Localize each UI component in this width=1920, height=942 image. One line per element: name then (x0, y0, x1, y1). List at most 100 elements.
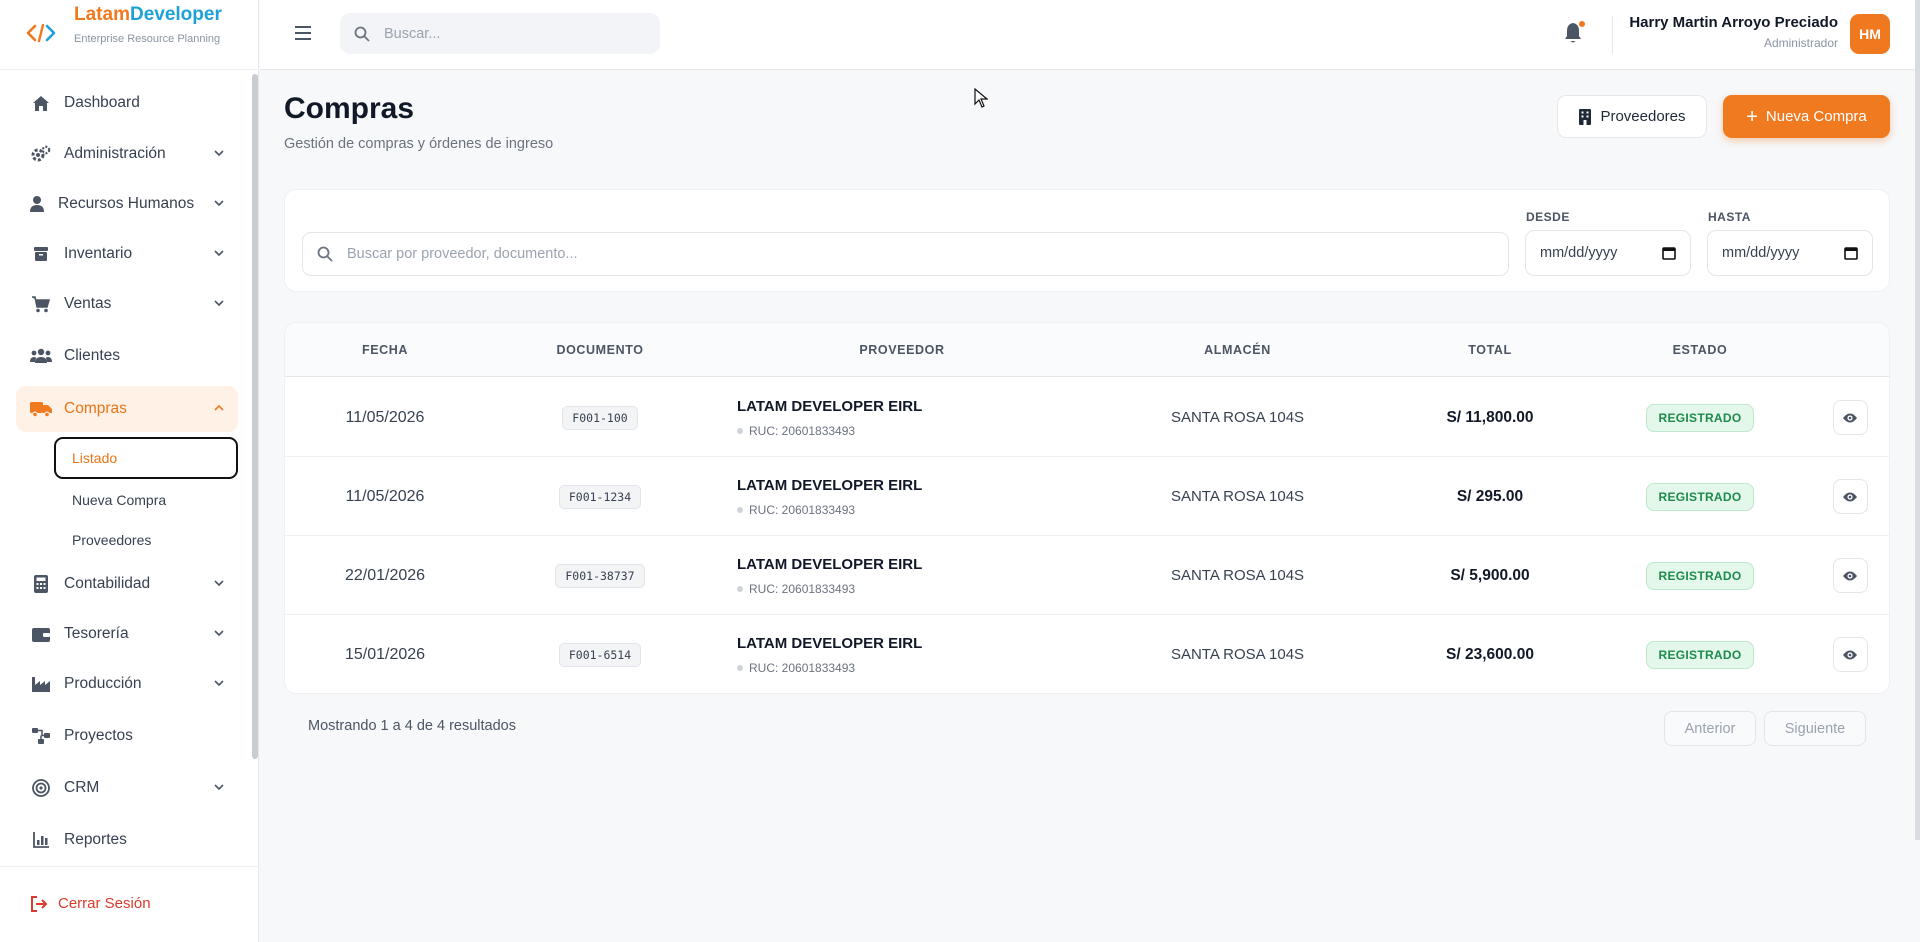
sidebar-item-contabilidad[interactable]: Contabilidad (16, 561, 238, 607)
proveedor-ruc: RUC: 20601833493 (737, 424, 855, 438)
chevron-up-icon (214, 404, 224, 411)
cell-proveedor: LATAM DEVELOPER EIRL RUC: 20601833493 (737, 536, 1067, 615)
cell-proveedor: LATAM DEVELOPER EIRL RUC: 20601833493 (737, 378, 1067, 457)
brand-name: LatamDeveloper (74, 4, 222, 26)
view-button[interactable] (1832, 479, 1868, 514)
desde-date-input[interactable]: mm/dd/yyyy (1525, 230, 1691, 276)
filter-search (302, 232, 1509, 276)
sidebar-item-inventario[interactable]: Inventario (16, 231, 238, 277)
sidebar-item-recursos-humanos[interactable]: Recursos Humanos (16, 181, 238, 227)
calendar-icon[interactable] (1844, 246, 1858, 260)
user-name: Harry Martin Arroyo Preciado (1629, 14, 1838, 31)
hasta-date-input[interactable]: mm/dd/yyyy (1707, 230, 1873, 276)
cell-estado: REGISTRADO (1590, 536, 1810, 615)
sidebar-item-label: Proyectos (64, 727, 133, 744)
brand-subtitle: Enterprise Resource Planning (74, 33, 221, 45)
view-button[interactable] (1832, 637, 1868, 672)
global-search-input[interactable] (384, 25, 644, 42)
sidebar-subitem-listado[interactable]: Listado (54, 437, 238, 479)
filter-card: DESDE mm/dd/yyyy HASTA mm/dd/yyyy (284, 189, 1890, 292)
proveedor-name: LATAM DEVELOPER EIRL (737, 634, 923, 652)
sidebar-item-reportes[interactable]: Reportes (16, 817, 238, 863)
building-icon (1579, 108, 1592, 125)
chevron-down-icon (214, 680, 224, 687)
next-page-button[interactable]: Siguiente (1764, 711, 1866, 746)
sidebar-item-label: Reportes (64, 831, 127, 848)
ruc-text: RUC: 20601833493 (749, 581, 856, 596)
proveedor-name: LATAM DEVELOPER EIRL (737, 476, 923, 494)
document-chip: F001-1234 (558, 484, 642, 509)
logout-button[interactable]: Cerrar Sesión (30, 895, 151, 912)
avatar[interactable]: HM (1850, 14, 1890, 54)
column-header-estado: ESTADO (1672, 343, 1728, 357)
sidebar-item-clientes[interactable]: Clientes (16, 333, 238, 379)
cell-documento: F001-6514 (485, 615, 715, 693)
sidebar-item-label: Producción (64, 675, 142, 692)
proveedor-ruc: RUC: 20601833493 (737, 661, 855, 675)
factory-icon (30, 674, 52, 694)
sidebar-scrollbar[interactable] (252, 74, 258, 759)
box-icon (30, 244, 52, 264)
sidebar-item-label: Compras (64, 400, 127, 417)
eye-icon (1843, 492, 1857, 501)
document-chip: F001-100 (562, 405, 638, 430)
status-badge: REGISTRADO (1646, 482, 1754, 511)
chevron-down-icon (214, 580, 224, 587)
sidebar-item-proyectos[interactable]: Proyectos (16, 713, 238, 759)
truck-icon (30, 399, 52, 419)
eye-icon (1843, 413, 1857, 422)
nueva-compra-button[interactable]: + Nueva Compra (1723, 95, 1890, 138)
table-row: 15/01/2026 F001-6514 LATAM DEVELOPER EIR… (285, 615, 1889, 693)
prev-page-button[interactable]: Anterior (1664, 711, 1756, 746)
brand-name-part1: Latam (74, 4, 130, 25)
sidebar-item-tesoreria[interactable]: Tesorería (16, 611, 238, 657)
proveedores-button[interactable]: Proveedores (1557, 95, 1707, 138)
users-icon (30, 346, 52, 366)
home-icon (30, 93, 52, 113)
hamburger-menu-icon[interactable] (292, 22, 314, 44)
chevron-down-icon (214, 300, 224, 307)
divider (1612, 16, 1613, 54)
sidebar-item-produccion[interactable]: Producción (16, 661, 238, 707)
status-badge: REGISTRADO (1646, 403, 1754, 432)
dot-icon (737, 427, 743, 434)
cell-documento: F001-1234 (485, 457, 715, 536)
page-subtitle: Gestión de compras y órdenes de ingreso (284, 136, 554, 152)
column-header-almacen: ALMACÉN (1204, 343, 1271, 357)
sidebar-item-compras[interactable]: Compras (16, 386, 238, 432)
search-icon (354, 26, 370, 42)
sidebar-subitem-nueva-compra[interactable]: Nueva Compra (54, 479, 238, 521)
brand-name-part2: Developer (129, 4, 222, 25)
table-header: FECHA DOCUMENTO PROVEEDOR ALMACÉN TOTAL … (285, 323, 1889, 377)
view-button[interactable] (1832, 400, 1868, 435)
sidebar-item-label: Inventario (64, 245, 133, 262)
ruc-text: RUC: 20601833493 (749, 423, 856, 438)
sidebar-subitem-proveedores[interactable]: Proveedores (54, 519, 238, 561)
ruc-text: RUC: 20601833493 (749, 502, 856, 517)
view-button[interactable] (1832, 558, 1868, 593)
proveedor-name: LATAM DEVELOPER EIRL (737, 555, 923, 573)
sidebar-item-administracion[interactable]: Administración (16, 131, 238, 177)
hasta-date-value: mm/dd/yyyy (1722, 245, 1800, 261)
brand-logo-icon (26, 23, 56, 43)
bar-chart-icon (30, 830, 52, 850)
topbar: Harry Martin Arroyo Preciado Administrad… (260, 0, 1920, 70)
sidebar-item-label: Tesorería (64, 625, 129, 642)
page-scrollbar[interactable] (1915, 0, 1920, 840)
target-icon (30, 778, 52, 798)
document-chip: F001-6514 (558, 642, 642, 667)
sidebar-item-dashboard[interactable]: Dashboard (16, 80, 238, 126)
cell-total: S/ 295.00 (1456, 487, 1524, 505)
proveedor-ruc: RUC: 20601833493 (737, 582, 855, 596)
plus-icon: + (1746, 105, 1758, 128)
calendar-icon[interactable] (1662, 246, 1676, 260)
cell-fecha: 11/05/2026 (345, 408, 425, 426)
sidebar-item-crm[interactable]: CRM (16, 765, 238, 811)
sidebar-item-ventas[interactable]: Ventas (16, 281, 238, 327)
chevron-down-icon (214, 784, 224, 791)
column-header-documento: DOCUMENTO (556, 343, 644, 357)
filter-search-input[interactable] (347, 246, 1447, 262)
sidebar-item-label: Contabilidad (64, 575, 151, 592)
nueva-compra-button-label: Nueva Compra (1765, 108, 1867, 125)
cell-fecha: 22/01/2026 (344, 566, 426, 584)
